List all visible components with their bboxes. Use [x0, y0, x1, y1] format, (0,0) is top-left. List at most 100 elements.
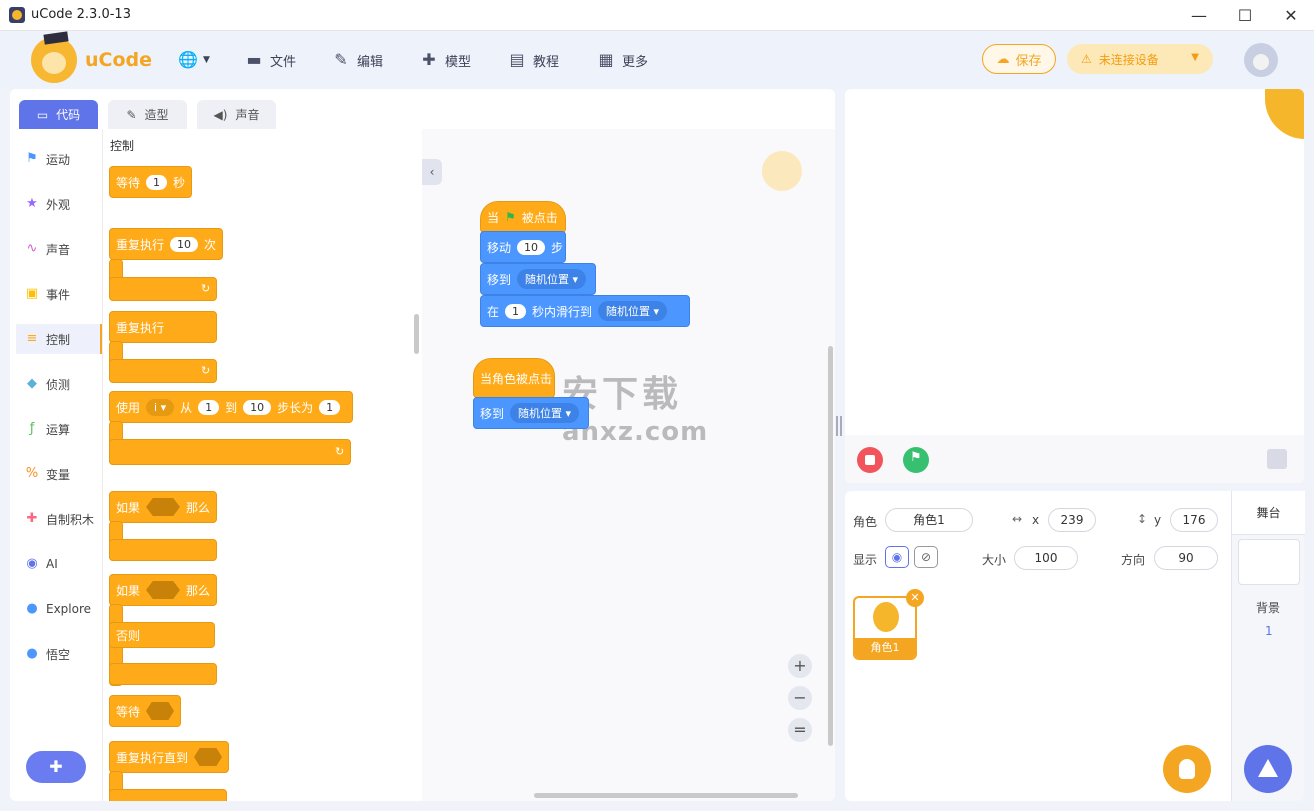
menu-file[interactable]: ▬ 文件: [245, 49, 296, 71]
stage-canvas[interactable]: [845, 89, 1304, 483]
block-text: 步: [551, 240, 564, 255]
block-input[interactable]: 1: [146, 174, 168, 190]
block-forever[interactable]: 重复执行: [109, 311, 217, 343]
zoom-in-button[interactable]: +: [788, 654, 812, 678]
category-sound[interactable]: ∿ 声音: [16, 234, 102, 264]
x-input[interactable]: 239: [1048, 508, 1096, 532]
category-looks[interactable]: ★ 外观: [16, 189, 102, 219]
block-goto[interactable]: 移到 随机位置 ▾: [473, 397, 589, 429]
menu-edit[interactable]: ✎ 编辑: [332, 49, 383, 71]
block-text: 当: [487, 210, 500, 225]
condition-slot[interactable]: [146, 498, 180, 516]
menu-tutorial-label: 教程: [533, 54, 560, 70]
language-menu[interactable]: 🌐 ▼: [178, 49, 210, 71]
tab-code[interactable]: ▭ 代码: [19, 100, 98, 129]
menu-more[interactable]: ▦ 更多: [597, 49, 648, 71]
category-explore[interactable]: ● Explore: [16, 594, 102, 624]
tab-costume[interactable]: ✎ 造型: [108, 100, 187, 129]
menu-tutorial[interactable]: ▤ 教程: [508, 49, 559, 71]
save-button[interactable]: ☁ 保存: [982, 44, 1056, 74]
block-input[interactable]: 1: [319, 399, 341, 415]
delete-sprite-button[interactable]: ✕: [906, 589, 924, 607]
device-connect-button[interactable]: ⚠ 未连接设备 ▼: [1067, 44, 1213, 74]
glide-dropdown[interactable]: 随机位置 ▾: [598, 301, 668, 321]
sprite-card[interactable]: 角色1: [853, 596, 917, 660]
block-input[interactable]: 10: [243, 399, 272, 415]
goto-dropdown[interactable]: 随机位置 ▾: [510, 403, 580, 423]
add-sprite-button[interactable]: [1163, 745, 1211, 793]
show-visible-button[interactable]: ◉: [885, 546, 909, 568]
fullscreen-icon[interactable]: [1267, 449, 1287, 469]
direction-input[interactable]: 90: [1154, 546, 1218, 570]
puzzle-icon: ✚: [26, 511, 38, 526]
block-text: 步长为: [277, 400, 314, 415]
y-input[interactable]: 176: [1170, 508, 1218, 532]
category-events[interactable]: ▣ 事件: [16, 279, 102, 309]
menu-file-label: 文件: [270, 54, 297, 70]
maximize-button[interactable]: ☐: [1222, 0, 1268, 31]
palette-scrollbar[interactable]: [414, 314, 419, 354]
hide-button[interactable]: ⊘: [914, 546, 938, 568]
palette-title: 控制: [110, 139, 135, 153]
category-sensing[interactable]: ◆ 侦测: [16, 369, 102, 399]
category-my-blocks[interactable]: ✚ 自制积木: [16, 504, 102, 534]
workspace-horizontal-scrollbar[interactable]: [534, 793, 798, 798]
script-workspace[interactable]: ‹ 安下载 anxz.com 当 ⚑ 被点击 移动 10 步 移到 随机位置 ▾…: [422, 129, 835, 801]
speaker-icon: ◀): [213, 107, 228, 122]
block-when-sprite-clicked[interactable]: 当角色被点击: [473, 358, 555, 398]
category-variables[interactable]: % 变量: [16, 459, 102, 489]
green-flag-button[interactable]: [903, 447, 929, 473]
close-button[interactable]: ✕: [1268, 0, 1314, 31]
block-text: 那么: [185, 500, 210, 515]
block-input[interactable]: 1: [198, 399, 220, 415]
category-label: AI: [46, 557, 58, 571]
block-when-flag-clicked[interactable]: 当 ⚑ 被点击: [480, 201, 566, 233]
sprite-name-input[interactable]: 角色1: [885, 508, 973, 532]
workspace-vertical-scrollbar[interactable]: [828, 346, 833, 746]
condition-slot[interactable]: [194, 748, 222, 766]
block-input[interactable]: 10: [170, 236, 199, 252]
wand-icon: ★: [26, 196, 38, 211]
menu-model-label: 模型: [445, 54, 472, 70]
block-wait-until[interactable]: 等待: [109, 695, 181, 727]
goto-dropdown[interactable]: 随机位置 ▾: [517, 269, 587, 289]
block-input[interactable]: 10: [517, 239, 546, 255]
category-ai[interactable]: ◉ AI: [16, 549, 102, 579]
block-if-else[interactable]: 如果 那么: [109, 574, 217, 606]
stop-button[interactable]: [857, 447, 883, 473]
zoom-reset-button[interactable]: =: [788, 718, 812, 742]
variable-dropdown[interactable]: i ▾: [146, 398, 175, 416]
vertical-arrows-icon: ↕: [1137, 512, 1148, 526]
category-wukong[interactable]: ● 悟空: [16, 639, 102, 669]
block-repeat[interactable]: 重复执行 10 次: [109, 228, 224, 260]
category-label: 悟空: [46, 647, 71, 662]
block-input[interactable]: 1: [505, 303, 527, 319]
block-for-loop[interactable]: 使用 i ▾ 从 1 到 10 步长为 1: [109, 391, 353, 423]
tab-sound[interactable]: ◀) 声音: [197, 100, 276, 129]
block-wait[interactable]: 等待 1 秒: [109, 166, 193, 198]
block-if-then[interactable]: 如果 那么: [109, 491, 217, 523]
add-backdrop-button[interactable]: [1244, 745, 1292, 793]
condition-slot[interactable]: [146, 581, 180, 599]
collapse-palette-button[interactable]: ‹: [422, 159, 442, 185]
block-text: 秒内滑行到: [532, 304, 593, 319]
block-goto[interactable]: 移到 随机位置 ▾: [480, 263, 596, 295]
size-input[interactable]: 100: [1014, 546, 1078, 570]
block-text: 移到: [487, 272, 512, 287]
block-repeat-until[interactable]: 重复执行直到: [109, 741, 229, 773]
category-motion[interactable]: ⚑ 运动: [16, 144, 102, 174]
menu-model[interactable]: ✚ 模型: [420, 49, 471, 71]
minimize-button[interactable]: —: [1176, 0, 1222, 31]
user-avatar[interactable]: [1244, 43, 1278, 77]
category-control[interactable]: ≡ 控制: [16, 324, 102, 354]
category-operators[interactable]: ƒ 运算: [16, 414, 102, 444]
panel-resize-handle[interactable]: [836, 416, 842, 436]
folder-icon: ▬: [246, 50, 262, 69]
rocket-icon: ●: [26, 601, 38, 616]
condition-slot[interactable]: [146, 702, 174, 720]
add-extension-button[interactable]: ✚: [26, 751, 86, 783]
block-move-steps[interactable]: 移动 10 步: [480, 231, 566, 263]
zoom-out-button[interactable]: −: [788, 686, 812, 710]
block-glide[interactable]: 在 1 秒内滑行到 随机位置 ▾: [480, 295, 690, 327]
stage-thumbnail[interactable]: [1238, 539, 1300, 585]
